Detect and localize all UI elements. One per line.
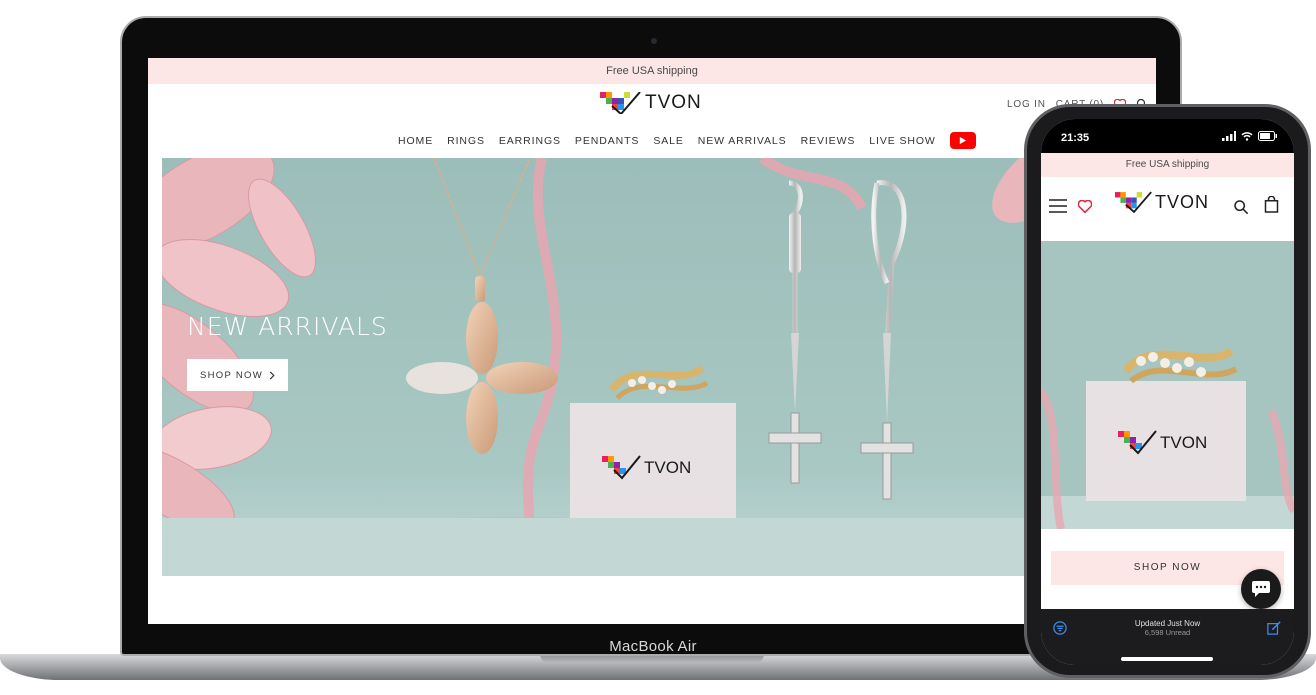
phone-notch [1096,119,1239,141]
nav-live-show[interactable]: LIVE SHOW [869,135,935,147]
shop-now-button[interactable]: SHOP NOW [187,359,288,391]
search-icon[interactable] [1233,199,1249,215]
hero-title: NEW ARRIVALS [187,312,388,341]
battery-icon [1258,131,1277,141]
hamburger-icon[interactable] [1049,199,1067,213]
signal-icon [1222,131,1236,141]
hero-banner: TVON NEW ARRIVALS SHOP NOW [162,158,1156,576]
logo-text: TVON [645,92,702,113]
login-link[interactable]: LOG IN [1007,99,1046,110]
status-icons [1222,131,1278,141]
bag-icon[interactable] [1264,196,1279,213]
laptop-screen: Free USA shipping TVON LOG IN CART (0) [148,58,1156,624]
status-bar: 21:35 [1041,119,1294,153]
compose-icon[interactable] [1267,621,1281,635]
phone-frame: 21:35 Free USA shipping TVON TVON SHOP N… [1024,104,1311,678]
nav-pendants[interactable]: PENDANTS [575,135,639,147]
nav-new-arrivals[interactable]: NEW ARRIVALS [698,135,787,147]
shop-now-label: SHOP NOW [199,369,263,381]
phone-announcement-bar: Free USA shipping [1041,153,1294,177]
phone-toolbar: Updated Just Now 6,598 Unread [1041,609,1294,665]
mail-updated-text: Updated Just Now [1134,619,1201,628]
logo-mark-icon [600,92,641,114]
phone-hero-art: TVON [1041,241,1294,529]
phone-hero-image: TVON [1041,241,1294,529]
youtube-icon[interactable] [949,132,976,149]
wifi-icon [1241,132,1253,141]
laptop-camera [651,38,657,44]
nav-reviews[interactable]: REVIEWS [801,135,856,147]
phone-screen: 21:35 Free USA shipping TVON TVON SHOP N… [1041,119,1294,665]
home-indicator [1121,657,1213,661]
chat-button[interactable] [1241,569,1281,609]
hero-image: TVON [162,158,1156,576]
heart-icon[interactable] [1078,200,1092,213]
announcement-bar: Free USA shipping [148,58,1156,84]
phone-logo-text: TVON [1155,191,1210,212]
nav-rings[interactable]: RINGS [447,135,485,147]
phone-logo[interactable]: TVON [1115,191,1209,213]
status-time: 21:35 [1061,132,1090,144]
chat-icon [1252,581,1270,597]
logo-mark-icon [1115,191,1152,213]
nav-home[interactable]: HOME [398,135,433,147]
phone-header: TVON [1041,177,1294,239]
site-logo[interactable]: TVON [600,92,702,114]
mail-unread-count: 6,598 Unread [1144,628,1191,637]
chevron-right-icon [269,370,275,380]
main-nav: HOME RINGS EARRINGS PENDANTS SALE NEW AR… [398,132,976,149]
phone-hero-product-logo: TVON [1160,433,1207,452]
laptop-lid: Free USA shipping TVON LOG IN CART (0) [120,16,1182,656]
hero-product-logo: TVON [644,458,691,477]
nav-earrings[interactable]: EARRINGS [499,135,561,147]
nav-sale[interactable]: SALE [653,135,683,147]
